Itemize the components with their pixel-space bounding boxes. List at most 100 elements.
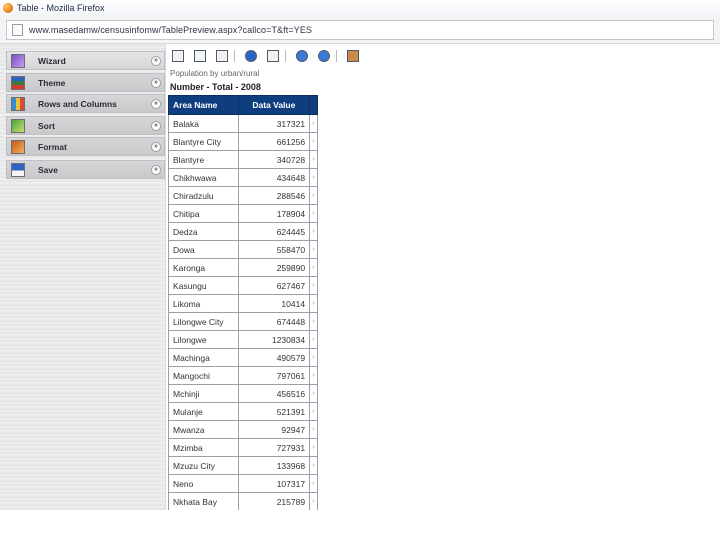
data-value-cell: 727931 <box>237 438 311 457</box>
help-icon[interactable] <box>318 50 330 62</box>
table-header-row: Area Name Data Value <box>168 95 318 115</box>
table-row: Lilongwe City 674448 › <box>168 312 318 331</box>
row-expand-icon[interactable]: › <box>309 366 318 385</box>
row-expand-icon[interactable]: › <box>309 150 318 169</box>
area-name-cell: Blantyre City <box>168 132 239 151</box>
row-expand-icon[interactable]: › <box>309 438 318 457</box>
area-name-cell: Mangochi <box>168 366 239 385</box>
firefox-icon <box>3 3 13 13</box>
chevron-icon[interactable]: » <box>151 142 161 152</box>
row-expand-icon[interactable]: › <box>309 204 318 223</box>
chevron-icon[interactable]: » <box>151 165 161 175</box>
row-expand-icon[interactable]: › <box>309 240 318 259</box>
row-expand-icon[interactable]: › <box>309 492 318 511</box>
table-row: Nkhata Bay 215789 › <box>168 492 318 511</box>
data-value-cell: 107317 <box>237 474 311 493</box>
rows-columns-icon <box>11 96 25 111</box>
url-text[interactable]: www.masedamw/censusinfomw/TablePreview.a… <box>29 25 312 35</box>
area-name-cell: Mchinji <box>168 384 239 403</box>
chevron-icon[interactable]: » <box>151 78 161 88</box>
row-expand-icon[interactable]: › <box>309 348 318 367</box>
data-value-cell: 340728 <box>237 150 311 169</box>
row-expand-icon[interactable]: › <box>309 402 318 421</box>
row-expand-icon[interactable]: › <box>309 294 318 313</box>
page-icon <box>12 24 23 36</box>
area-name-cell: Chitipa <box>168 204 239 223</box>
table-row: Lilongwe 1230834 › <box>168 330 318 349</box>
sidebar-item-label: Rows and Columns <box>38 98 117 109</box>
window-title: Table - Mozilla Firefox <box>17 3 105 13</box>
sidebar-item-label: Theme <box>38 77 66 88</box>
chevron-icon[interactable]: » <box>151 56 161 66</box>
table-subtitle: Population by urban/rural <box>170 69 260 78</box>
area-name-cell: Mulanje <box>168 402 239 421</box>
row-expand-icon[interactable]: › <box>309 276 318 295</box>
area-name-cell: Likoma <box>168 294 239 313</box>
data-value-cell: 178904 <box>237 204 311 223</box>
row-expand-icon[interactable]: › <box>309 186 318 205</box>
sidebar-item-format[interactable]: Format » <box>6 137 165 156</box>
toolbar-divider <box>285 50 286 62</box>
sidebar-item-theme[interactable]: Theme » <box>6 73 165 92</box>
table-title: Number - Total - 2008 <box>170 82 261 92</box>
chart-icon[interactable] <box>216 50 228 62</box>
row-expand-icon[interactable]: › <box>309 474 318 493</box>
sidebar-item-label: Sort <box>38 120 55 131</box>
table-row: Chiradzulu 288546 › <box>168 186 318 205</box>
data-value-cell: 456516 <box>237 384 311 403</box>
data-value-cell: 797061 <box>237 366 311 385</box>
row-expand-icon[interactable]: › <box>309 132 318 151</box>
area-name-cell: Karonga <box>168 258 239 277</box>
grid-icon[interactable] <box>172 50 184 62</box>
area-name-cell: Lilongwe City <box>168 312 239 331</box>
toolbar-divider <box>336 50 337 62</box>
export-icon[interactable] <box>347 50 359 62</box>
row-expand-icon[interactable]: › <box>309 312 318 331</box>
data-value-cell: 434648 <box>237 168 311 187</box>
table-row: Balaka 317321 › <box>168 114 318 133</box>
background-tabs <box>120 2 720 14</box>
row-expand-icon[interactable]: › <box>309 420 318 439</box>
theme-icon <box>11 75 25 90</box>
data-value-cell: 133968 <box>237 456 311 475</box>
sidebar-item-rows-columns[interactable]: Rows and Columns » <box>6 94 165 113</box>
row-expand-icon[interactable]: › <box>309 222 318 241</box>
columns-icon[interactable] <box>194 50 206 62</box>
area-name-cell: Mzimba <box>168 438 239 457</box>
data-value-cell: 521391 <box>237 402 311 421</box>
data-value-cell: 490579 <box>237 348 311 367</box>
address-bar[interactable]: www.masedamw/censusinfomw/TablePreview.a… <box>6 20 714 40</box>
chevron-icon[interactable]: » <box>151 99 161 109</box>
chevron-icon[interactable]: » <box>151 121 161 131</box>
data-value-cell: 288546 <box>237 186 311 205</box>
row-expand-icon[interactable]: › <box>309 114 318 133</box>
tools-icon[interactable] <box>267 50 279 62</box>
table-row: Dedza 624445 › <box>168 222 318 241</box>
refresh-icon[interactable] <box>296 50 308 62</box>
row-expand-icon[interactable]: › <box>309 168 318 187</box>
table-row: Mwanza 92947 › <box>168 420 318 439</box>
row-expand-icon[interactable]: › <box>309 258 318 277</box>
sidebar-item-sort[interactable]: Sort » <box>6 116 165 135</box>
row-expand-icon[interactable]: › <box>309 456 318 475</box>
page-bottom <box>0 510 720 540</box>
data-value-cell: 674448 <box>237 312 311 331</box>
data-value-cell: 1230834 <box>237 330 311 349</box>
column-header-area-name[interactable]: Area Name <box>168 95 239 115</box>
column-header-data-value[interactable]: Data Value <box>237 95 311 115</box>
data-value-cell: 215789 <box>237 492 311 511</box>
header-spacer <box>309 95 318 115</box>
sort-icon <box>11 118 25 133</box>
table-toolbar <box>168 47 720 65</box>
area-name-cell: Kasungu <box>168 276 239 295</box>
sidebar-item-wizard[interactable]: Wizard » <box>6 51 165 70</box>
row-expand-icon[interactable]: › <box>309 330 318 349</box>
data-value-cell: 92947 <box>237 420 311 439</box>
data-value-cell: 10414 <box>237 294 311 313</box>
sidebar-item-save[interactable]: Save » <box>6 160 165 179</box>
table-row: Neno 107317 › <box>168 474 318 493</box>
table-row: Mzimba 727931 › <box>168 438 318 457</box>
row-expand-icon[interactable]: › <box>309 384 318 403</box>
search-icon[interactable] <box>245 50 257 62</box>
data-value-cell: 317321 <box>237 114 311 133</box>
